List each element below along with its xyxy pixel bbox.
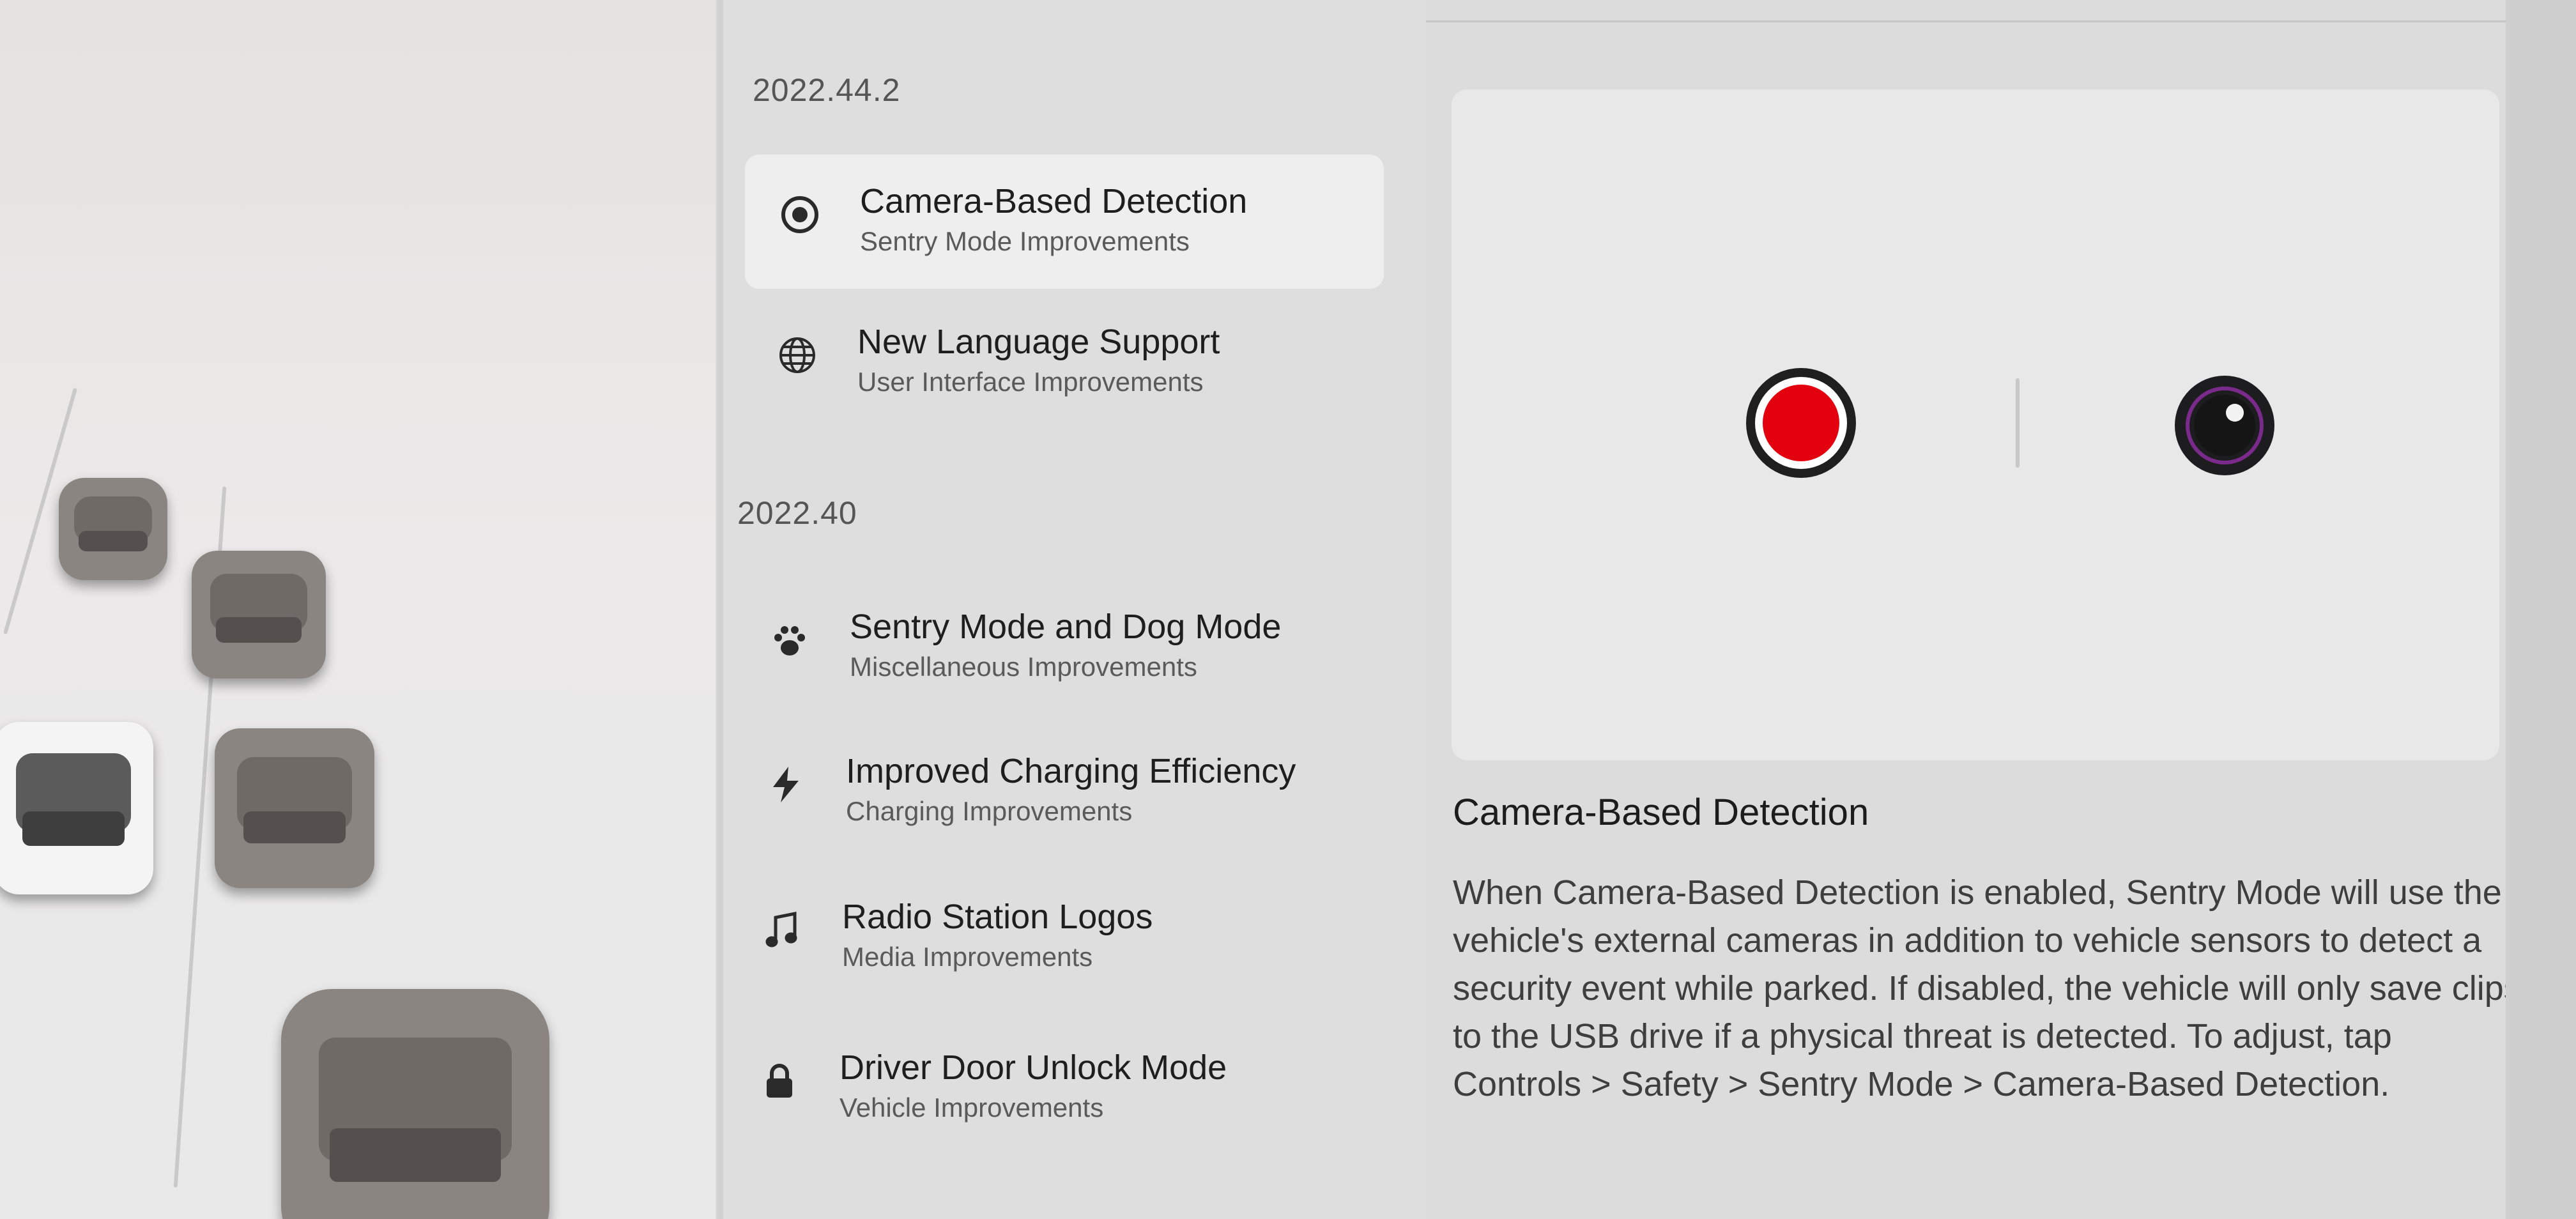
nearby-car [281,989,549,1219]
version-label: 2022.40 [737,495,857,531]
own-vehicle [0,722,153,894]
item-title: Camera-Based Detection [860,182,1248,220]
paw-icon [767,617,813,663]
nearby-car [215,728,374,888]
item-subtitle: Media Improvements [842,942,1093,972]
item-subtitle: Sentry Mode Improvements [860,226,1190,256]
release-notes-list: 2022.44.2 Camera-Based Detection Sentry … [723,0,1426,1219]
item-title: Radio Station Logos [842,898,1153,936]
item-subtitle: Miscellaneous Improvements [850,652,1197,682]
release-item-driver-door-unlock[interactable]: Driver Door Unlock Mode Vehicle Improvem… [724,1021,1363,1155]
record-icon [1746,368,1856,478]
release-item-radio-station-logos[interactable]: Radio Station Logos Media Improvements [727,870,1366,1004]
nearby-car [192,551,326,678]
vehicle-visualization [0,0,716,1219]
release-item-charging-efficiency[interactable]: Improved Charging Efficiency Charging Im… [731,724,1370,859]
lock-icon [756,1058,802,1104]
camera-lens-icon [2175,376,2274,475]
preview-separator [2016,378,2020,468]
item-title: Sentry Mode and Dog Mode [850,608,1282,646]
release-item-sentry-dog-mode[interactable]: Sentry Mode and Dog Mode Miscellaneous I… [735,580,1374,714]
screen-edge [2506,0,2576,1219]
version-label: 2022.44.2 [753,72,901,108]
music-note-icon [759,907,805,953]
item-subtitle: Vehicle Improvements [839,1092,1104,1123]
item-subtitle: Charging Improvements [846,796,1133,826]
feature-preview [1452,89,2499,760]
release-note-detail: Camera-Based Detection When Camera-Based… [1426,0,2576,1219]
detail-title: Camera-Based Detection [1453,792,1869,833]
top-divider [1426,20,2576,22]
item-subtitle: User Interface Improvements [857,367,1204,397]
item-title: Driver Door Unlock Mode [839,1048,1227,1087]
release-item-camera-based-detection[interactable]: Camera-Based Detection Sentry Mode Impro… [745,155,1384,289]
item-title: Improved Charging Efficiency [846,752,1296,790]
item-title: New Language Support [857,323,1220,361]
detail-description: When Camera-Based Detection is enabled, … [1453,873,2521,1103]
globe-icon [774,332,820,378]
lightning-icon [763,762,809,808]
release-item-new-language-support[interactable]: New Language Support User Interface Impr… [742,295,1381,429]
nearby-car [59,478,167,580]
camera-icon [777,192,823,238]
panel-divider [717,0,723,1219]
